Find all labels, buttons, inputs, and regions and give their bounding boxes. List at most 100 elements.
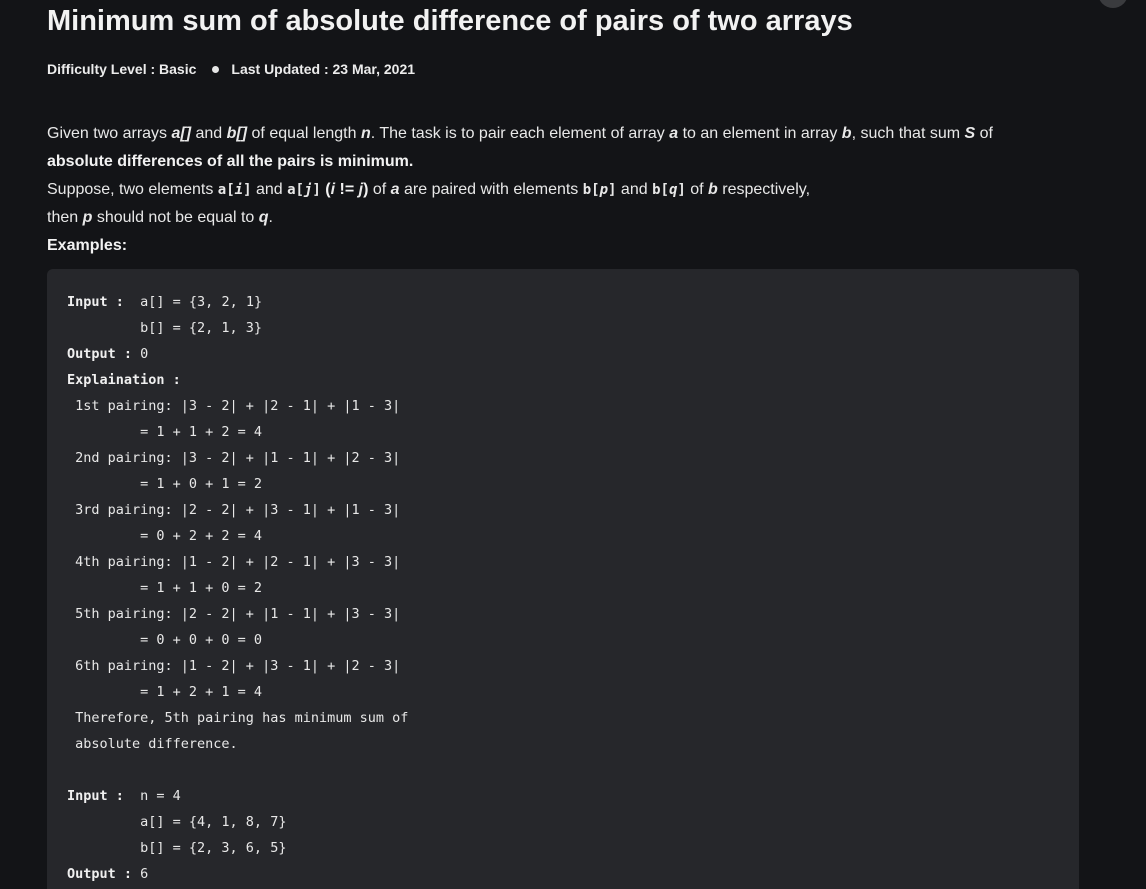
text: b[ xyxy=(652,182,669,198)
index-p: p xyxy=(599,182,609,198)
text: ] xyxy=(312,182,321,198)
text: should not be equal to xyxy=(92,209,259,226)
code-line: 1st pairing: |3 - 2| + |2 - 1| + |1 - 3| xyxy=(67,393,1059,419)
code-text: = 1 + 1 + 0 = 2 xyxy=(67,580,263,596)
last-updated: Last Updated : 23 Mar, 2021 xyxy=(231,61,416,77)
code-text: 1st pairing: |3 - 2| + |2 - 1| + |1 - 3| xyxy=(67,398,401,414)
code-line: = 0 + 2 + 2 = 4 xyxy=(67,523,1059,549)
text: b[ xyxy=(582,182,600,198)
code-line: 3rd pairing: |2 - 2| + |3 - 1| + |1 - 3| xyxy=(67,497,1059,523)
code-text: 2nd pairing: |3 - 2| + |1 - 1| + |2 - 3| xyxy=(67,450,401,466)
array-a-term: a xyxy=(669,125,679,142)
index-q: q xyxy=(258,209,269,226)
code-line: b[] = {2, 3, 6, 5} xyxy=(67,835,1059,861)
code-text: = 1 + 2 + 1 = 4 xyxy=(67,684,263,700)
problem-description: Given two arrays a[] and b[] of equal le… xyxy=(47,120,1087,260)
text: of xyxy=(975,125,993,142)
index-i: i xyxy=(234,182,244,198)
sum-s-term: S xyxy=(964,125,976,142)
text: then xyxy=(47,209,83,226)
element-b-q: b[q] xyxy=(652,182,686,198)
code-label: Output : xyxy=(67,346,133,362)
examples-heading: Examples: xyxy=(47,232,1087,260)
text: , such that sum xyxy=(851,125,965,142)
element-a-i: a[i] xyxy=(218,182,252,198)
code-text: a[] = {3, 2, 1} xyxy=(123,294,263,310)
text: to an element in array xyxy=(678,125,842,142)
code-text: 6 xyxy=(132,866,149,882)
text: of xyxy=(368,181,391,198)
text: a[ xyxy=(287,182,304,198)
article-meta: Difficulty Level : Basic Last Updated : … xyxy=(47,60,415,78)
code-label: Input : xyxy=(67,294,124,310)
code-line: Output : 6 xyxy=(67,861,1059,887)
code-text: = 0 + 0 + 0 = 0 xyxy=(67,632,263,648)
code-line: = 1 + 1 + 2 = 4 xyxy=(67,419,1059,445)
code-line: 4th pairing: |1 - 2| + |2 - 1| + |3 - 3| xyxy=(67,549,1059,575)
text: . xyxy=(268,209,273,226)
code-text: Therefore, 5th pairing has minimum sum o… xyxy=(67,710,409,726)
text: and xyxy=(191,125,227,142)
description-line-2: absolute differences of all the pairs is… xyxy=(47,148,1087,176)
code-text: b[] = {2, 3, 6, 5} xyxy=(67,840,287,856)
code-line: Input : n = 4 xyxy=(67,783,1059,809)
code-text: 6th pairing: |1 - 2| + |3 - 1| + |2 - 3| xyxy=(67,658,401,674)
text: are paired with elements xyxy=(399,181,583,198)
element-a-j: a[j] xyxy=(287,182,321,198)
code-line: = 0 + 0 + 0 = 0 xyxy=(67,627,1059,653)
bold-text: Examples: xyxy=(47,237,128,254)
code-text: = 0 + 2 + 2 = 4 xyxy=(67,528,263,544)
example-code-block: Input : a[] = {3, 2, 1} b[] = {2, 1, 3} O… xyxy=(47,269,1079,889)
code-line: Explaination : xyxy=(67,367,1059,393)
separator-dot-icon xyxy=(212,65,220,73)
text: of equal length xyxy=(247,125,361,142)
code-line: 2nd pairing: |3 - 2| + |1 - 1| + |2 - 3| xyxy=(67,445,1059,471)
difficulty-level[interactable]: Difficulty Level : Basic xyxy=(47,60,196,78)
description-line-4: then p should not be equal to q. xyxy=(47,204,1087,232)
code-line: = 1 + 2 + 1 = 4 xyxy=(67,679,1059,705)
element-b-p: b[p] xyxy=(583,182,617,198)
text: ( xyxy=(320,181,331,198)
code-text: 0 xyxy=(132,346,149,362)
array-b-term: b xyxy=(841,125,852,142)
code-text: 4th pairing: |1 - 2| + |2 - 1| + |3 - 3| xyxy=(67,554,401,570)
code-text: b[] = {2, 1, 3} xyxy=(67,320,263,336)
code-line: 5th pairing: |2 - 2| + |1 - 1| + |3 - 3| xyxy=(67,601,1059,627)
code-line: Therefore, 5th pairing has minimum sum o… xyxy=(67,705,1059,731)
text: respectively, xyxy=(717,181,811,198)
code-line: = 1 + 1 + 0 = 2 xyxy=(67,575,1059,601)
length-n-term: n xyxy=(360,125,371,142)
code-line: = 1 + 0 + 1 = 2 xyxy=(67,471,1059,497)
text: and xyxy=(251,181,288,198)
text: and xyxy=(616,181,653,198)
bold-text: absolute differences of all the pairs is… xyxy=(47,153,414,170)
code-line: b[] = {2, 1, 3} xyxy=(67,315,1059,341)
text: Suppose, two elements xyxy=(47,181,218,198)
array-a-term: a[] xyxy=(171,125,192,142)
array-b-term: b[] xyxy=(226,125,248,142)
text: Given two arrays xyxy=(47,125,172,142)
code-line: 6th pairing: |1 - 2| + |3 - 1| + |2 - 3| xyxy=(67,653,1059,679)
code-label: Input : xyxy=(67,788,124,804)
code-text: n = 4 xyxy=(123,788,181,804)
code-text: absolute difference. xyxy=(67,736,238,752)
text: ] xyxy=(243,182,252,198)
text: ] xyxy=(677,182,686,198)
code-line: Input : a[] = {3, 2, 1} xyxy=(67,289,1059,315)
code-line: Output : 0 xyxy=(67,341,1059,367)
text: a[ xyxy=(217,182,235,198)
description-line-1: Given two arrays a[] and b[] of equal le… xyxy=(47,120,1087,148)
text: of xyxy=(685,181,709,198)
corner-action-button[interactable] xyxy=(1098,0,1128,8)
code-label: Output : xyxy=(67,866,133,882)
code-text: 5th pairing: |2 - 2| + |1 - 1| + |3 - 3| xyxy=(67,606,401,622)
code-text: 3rd pairing: |2 - 2| + |3 - 1| + |1 - 3| xyxy=(67,502,401,518)
text: != xyxy=(335,181,359,198)
code-label: Explaination : xyxy=(67,372,181,388)
code-text: a[] = {4, 1, 8, 7} xyxy=(67,814,287,830)
article-title: Minimum sum of absolute difference of pa… xyxy=(47,5,853,37)
array-a-term: a xyxy=(390,181,400,198)
code-text: = 1 + 0 + 1 = 2 xyxy=(67,476,263,492)
code-line: absolute difference. xyxy=(67,731,1059,757)
